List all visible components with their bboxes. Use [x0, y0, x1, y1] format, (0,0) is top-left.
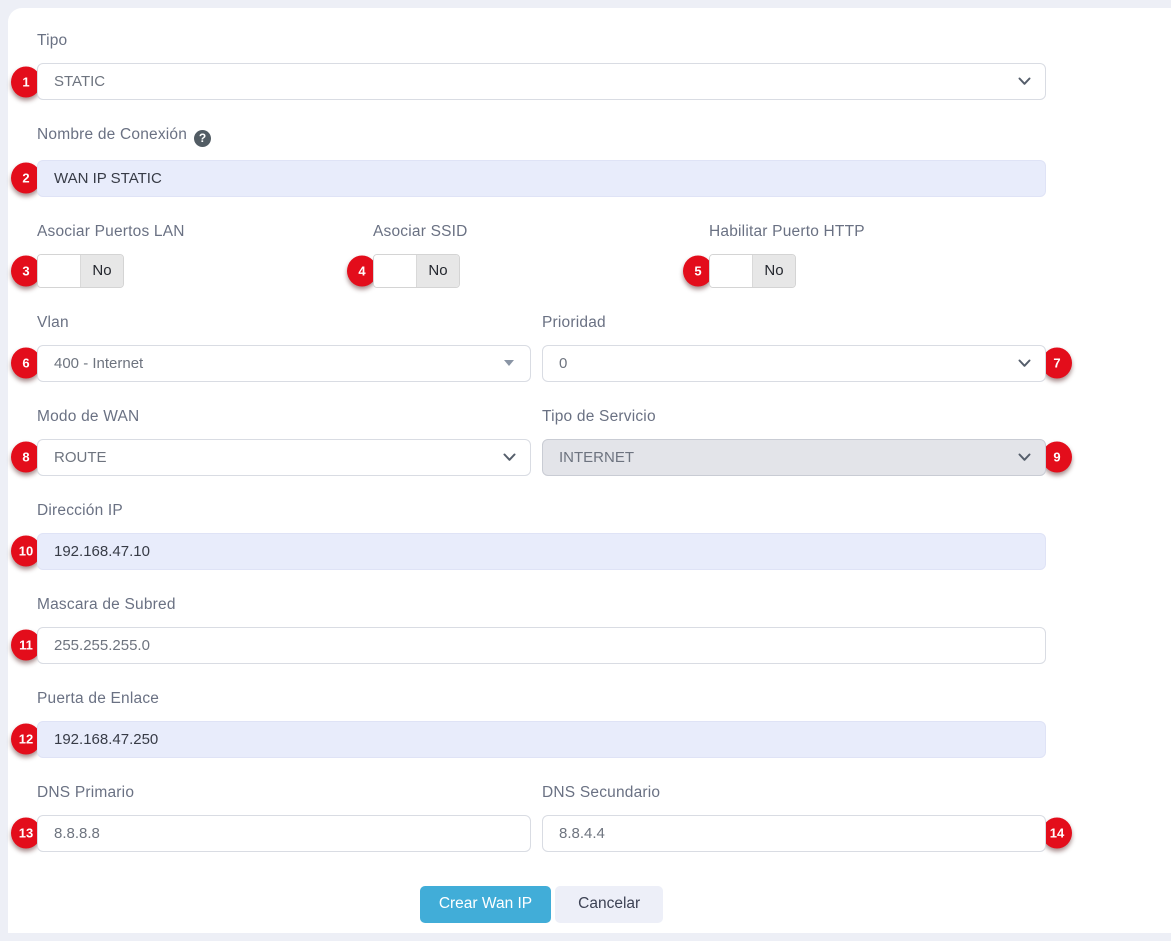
step-badge-7: 7	[1042, 348, 1072, 379]
tipo-servicio-select: INTERNET	[542, 439, 1046, 476]
cancelar-button[interactable]: Cancelar	[555, 886, 663, 923]
mascara-subred-input[interactable]	[37, 627, 1046, 664]
nombre-conexion-control-wrap: 2	[37, 160, 1046, 197]
toggle-state-label: No	[417, 255, 459, 287]
tipo-servicio-select-value: INTERNET	[559, 449, 634, 466]
dns-primario-control-wrap: 13	[37, 815, 531, 852]
tipo-servicio-control-wrap: 9 INTERNET	[542, 439, 1046, 476]
habilitar-puerto-http-wrap: 5 No	[709, 254, 796, 288]
toggle-state-label: No	[81, 255, 123, 287]
nombre-conexion-input[interactable]	[37, 160, 1046, 197]
dns-secundario-control-wrap: 14	[542, 815, 1046, 852]
mascara-subred-control-wrap: 11	[37, 627, 1046, 664]
toggle-knob	[374, 255, 417, 287]
asociar-ssid-label: Asociar SSID	[373, 223, 709, 241]
habilitar-puerto-http-label: Habilitar Puerto HTTP	[709, 223, 1046, 241]
tipo-label: Tipo	[37, 32, 1046, 50]
dns-secundario-input[interactable]	[542, 815, 1046, 852]
field-group-tipo-servicio: Tipo de Servicio 9 INTERNET	[542, 408, 1046, 476]
vlan-prioridad-row: Vlan 6 400 - Internet Prioridad 7 0	[37, 314, 1046, 382]
dns-primario-label: DNS Primario	[37, 784, 531, 802]
field-group-mascara-subred: Mascara de Subred 11	[37, 596, 1046, 664]
prioridad-select[interactable]: 0	[542, 345, 1046, 382]
help-icon[interactable]: ?	[194, 130, 211, 147]
field-group-tipo: Tipo 1 STATIC	[37, 32, 1046, 100]
tipo-select[interactable]: STATIC	[37, 63, 1046, 100]
modo-servicio-row: Modo de WAN 8 ROUTE Tipo de Servicio 9 I…	[37, 408, 1046, 476]
toggle-knob	[710, 255, 753, 287]
step-badge-14: 14	[1042, 818, 1072, 849]
mascara-subred-label: Mascara de Subred	[37, 596, 1046, 614]
nombre-conexion-label-text: Nombre de Conexión	[37, 126, 187, 143]
wan-ip-form-card: Tipo 1 STATIC Nombre de Conexión? 2 Asoc…	[8, 8, 1171, 933]
toggles-row: Asociar Puertos LAN 3 No Asociar SSID 4 …	[37, 223, 1046, 288]
dns-secundario-label: DNS Secundario	[542, 784, 1046, 802]
crear-wan-ip-button[interactable]: Crear Wan IP	[420, 886, 551, 923]
tipo-control-wrap: 1 STATIC	[37, 63, 1046, 100]
nombre-conexion-label: Nombre de Conexión?	[37, 126, 1046, 147]
field-group-puerta-enlace: Puerta de Enlace 12	[37, 690, 1046, 758]
puerta-enlace-control-wrap: 12	[37, 721, 1046, 758]
asociar-puertos-lan-label: Asociar Puertos LAN	[37, 223, 373, 241]
form-actions: Crear Wan IP Cancelar	[37, 886, 1046, 923]
vlan-control-wrap: 6 400 - Internet	[37, 345, 531, 382]
habilitar-puerto-http-toggle[interactable]: No	[709, 254, 796, 288]
prioridad-select-value: 0	[559, 355, 567, 372]
modo-wan-select-value: ROUTE	[54, 449, 107, 466]
puerta-enlace-input[interactable]	[37, 721, 1046, 758]
vlan-label: Vlan	[37, 314, 531, 332]
direccion-ip-input[interactable]	[37, 533, 1046, 570]
toggle-knob	[38, 255, 81, 287]
modo-wan-label: Modo de WAN	[37, 408, 531, 426]
field-group-dns-primario: DNS Primario 13	[37, 784, 531, 852]
field-group-prioridad: Prioridad 7 0	[542, 314, 1046, 382]
vlan-select-value: 400 - Internet	[54, 355, 143, 372]
direccion-ip-label: Dirección IP	[37, 502, 1046, 520]
puerta-enlace-label: Puerta de Enlace	[37, 690, 1046, 708]
field-group-modo-wan: Modo de WAN 8 ROUTE	[37, 408, 531, 476]
chevron-down-icon	[1018, 77, 1031, 86]
prioridad-control-wrap: 7 0	[542, 345, 1046, 382]
asociar-ssid-wrap: 4 No	[373, 254, 460, 288]
field-group-nombre-conexion: Nombre de Conexión? 2	[37, 126, 1046, 197]
vlan-select[interactable]: 400 - Internet	[37, 345, 531, 382]
toggle-state-label: No	[753, 255, 795, 287]
step-badge-9: 9	[1042, 442, 1072, 473]
field-group-dns-secundario: DNS Secundario 14	[542, 784, 1046, 852]
field-group-habilitar-puerto-http: Habilitar Puerto HTTP 5 No	[709, 223, 1046, 288]
chevron-down-icon	[1018, 453, 1031, 462]
tipo-select-value: STATIC	[54, 73, 105, 90]
caret-down-icon	[504, 360, 514, 366]
field-group-asociar-puertos-lan: Asociar Puertos LAN 3 No	[37, 223, 373, 288]
field-group-direccion-ip: Dirección IP 10	[37, 502, 1046, 570]
modo-wan-control-wrap: 8 ROUTE	[37, 439, 531, 476]
asociar-puertos-lan-toggle[interactable]: No	[37, 254, 124, 288]
field-group-vlan: Vlan 6 400 - Internet	[37, 314, 531, 382]
chevron-down-icon	[503, 453, 516, 462]
dns-primario-input[interactable]	[37, 815, 531, 852]
field-group-asociar-ssid: Asociar SSID 4 No	[373, 223, 709, 288]
asociar-ssid-toggle[interactable]: No	[373, 254, 460, 288]
modo-wan-select[interactable]: ROUTE	[37, 439, 531, 476]
chevron-down-icon	[1018, 359, 1031, 368]
tipo-servicio-label: Tipo de Servicio	[542, 408, 1046, 426]
prioridad-label: Prioridad	[542, 314, 1046, 332]
direccion-ip-control-wrap: 10	[37, 533, 1046, 570]
dns-row: DNS Primario 13 DNS Secundario 14	[37, 784, 1046, 852]
asociar-puertos-lan-wrap: 3 No	[37, 254, 124, 288]
